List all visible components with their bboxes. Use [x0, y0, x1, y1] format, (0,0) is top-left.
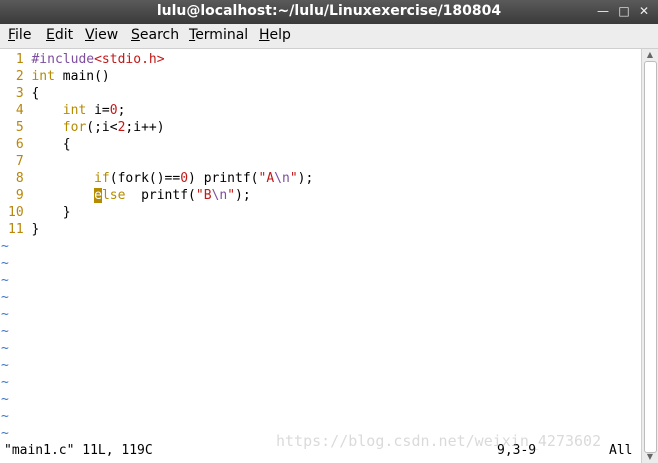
- code-token: ": [227, 188, 236, 203]
- code-token: (fork()==: [109, 171, 181, 186]
- menu-bar: File Edit View Search Terminal Help: [0, 24, 658, 49]
- line-number: 10: [8, 205, 32, 220]
- menu-file[interactable]: File: [8, 27, 31, 43]
- empty-line-tilde: ~: [1, 409, 9, 424]
- code-line: 5 for(;i<2;i++): [8, 119, 165, 136]
- close-icon[interactable]: ✕: [637, 4, 651, 18]
- code-token: 0: [109, 103, 118, 118]
- code-token: "A: [258, 171, 275, 186]
- code-line: 8 if(fork()==0) printf("A\n");: [8, 170, 313, 187]
- code-token: );: [235, 188, 251, 203]
- code-token: }: [31, 222, 40, 237]
- line-number: 8: [8, 171, 32, 186]
- empty-line-tilde: ~: [1, 375, 9, 390]
- empty-line-tilde: ~: [1, 324, 9, 339]
- menu-edit[interactable]: Edit: [46, 27, 73, 43]
- code-token: "B: [195, 188, 212, 203]
- code-line: 11 }: [8, 221, 39, 238]
- code-token: #include: [31, 52, 95, 67]
- status-file-info: "main1.c" 11L, 119C: [4, 443, 153, 458]
- code-token: main(): [54, 69, 110, 84]
- empty-line-tilde: ~: [1, 256, 9, 271]
- line-number: 11: [8, 222, 32, 237]
- code-line: 6 {: [8, 136, 71, 153]
- code-token: ;i++): [125, 120, 165, 135]
- scroll-up-icon[interactable]: ▲: [645, 50, 655, 60]
- empty-line-tilde: ~: [1, 307, 9, 322]
- code-line: 9 else printf("B\n");: [8, 187, 251, 204]
- code-token: (;i<: [86, 120, 118, 135]
- scrollbar[interactable]: ▲ ▼: [641, 49, 658, 463]
- code-token: ;: [117, 103, 126, 118]
- status-scroll-indicator: All: [609, 443, 633, 458]
- line-number: 9: [8, 188, 32, 203]
- code-line: 3 {: [8, 85, 40, 102]
- scrollbar-thumb[interactable]: [644, 61, 657, 453]
- empty-line-tilde: ~: [1, 341, 9, 356]
- code-line: 1 #include<stdio.h>: [8, 51, 165, 68]
- line-number: 5: [8, 120, 32, 135]
- menu-help[interactable]: Help: [259, 27, 291, 43]
- maximize-icon[interactable]: □: [617, 4, 631, 18]
- code-token: if: [94, 171, 110, 186]
- watermark: https://blog.csdn.net/weixin_4273602: [276, 432, 602, 450]
- code-line: 7: [8, 153, 31, 170]
- code-token: for: [62, 120, 87, 135]
- code-token: );: [297, 171, 314, 186]
- text-cursor: e: [94, 188, 102, 203]
- code-token: printf(: [125, 188, 196, 203]
- line-number: 1: [8, 52, 32, 67]
- code-token: \n: [211, 188, 228, 203]
- line-number: 7: [8, 154, 32, 169]
- code-token: 0: [180, 171, 189, 186]
- code-token: i=: [86, 103, 110, 118]
- menu-search[interactable]: Search: [131, 27, 179, 43]
- code-token: {: [31, 86, 40, 101]
- code-token: <stdio.h>: [94, 52, 165, 67]
- minimize-icon[interactable]: —: [596, 4, 610, 18]
- line-number: 2: [8, 69, 32, 84]
- menu-terminal[interactable]: Terminal: [189, 27, 248, 43]
- code-token: int: [31, 69, 55, 84]
- line-number: 6: [8, 137, 32, 152]
- empty-line-tilde: ~: [1, 392, 9, 407]
- code-token: \n: [274, 171, 290, 186]
- line-number: 3: [8, 86, 32, 101]
- code-token: }: [31, 205, 71, 220]
- code-token: ) printf(: [188, 171, 259, 186]
- code-token: int: [62, 103, 87, 118]
- menu-view[interactable]: View: [85, 27, 118, 43]
- code-line: 2 int main(): [8, 68, 110, 85]
- terminal-area[interactable]: 1 #include<stdio.h> 2 int main() 3 { 4 i…: [0, 49, 641, 463]
- empty-line-tilde: ~: [1, 239, 9, 254]
- empty-line-tilde: ~: [1, 273, 9, 288]
- empty-line-tilde: ~: [1, 290, 9, 305]
- code-line: 10 }: [8, 204, 71, 221]
- empty-line-tilde: ~: [1, 426, 9, 441]
- empty-line-tilde: ~: [1, 358, 9, 373]
- code-token: ": [289, 171, 298, 186]
- code-token: {: [31, 137, 71, 152]
- code-line: 4 int i=0;: [8, 102, 126, 119]
- title-bar: lulu@localhost:~/lulu/Linuxexercise/1808…: [0, 0, 658, 24]
- line-number: 4: [8, 103, 32, 118]
- scroll-down-icon[interactable]: ▼: [645, 452, 655, 462]
- window-title: lulu@localhost:~/lulu/Linuxexercise/1808…: [156, 3, 502, 19]
- code-token: lse: [101, 188, 126, 203]
